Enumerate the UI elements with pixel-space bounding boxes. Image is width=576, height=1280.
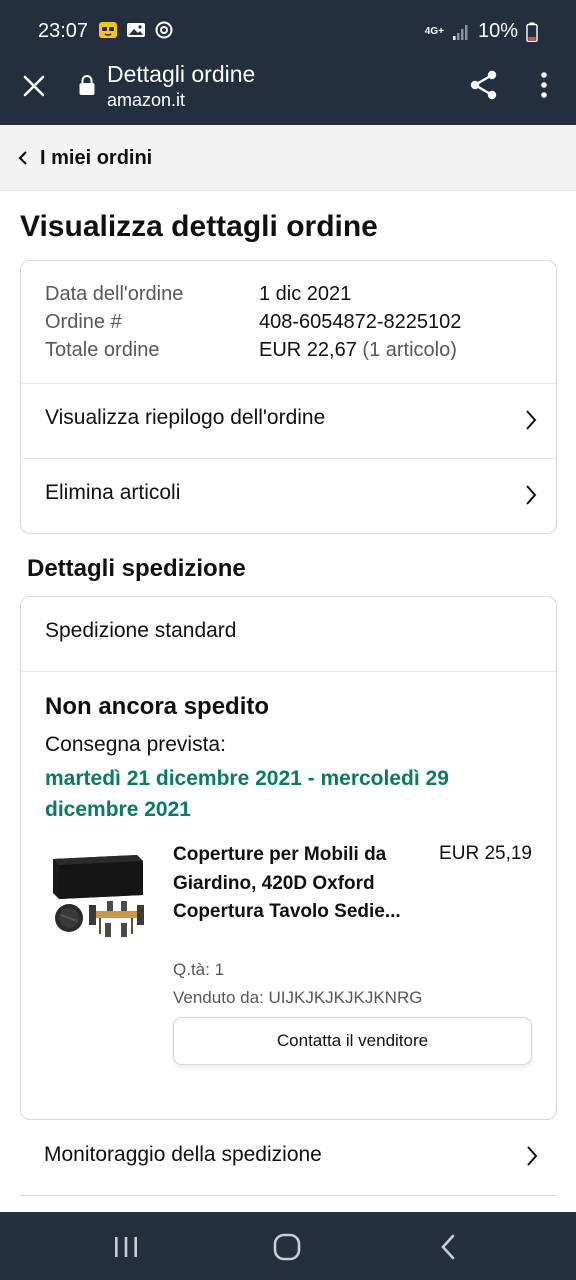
shipping-method: Spedizione standard xyxy=(45,619,237,642)
system-navigation-bar xyxy=(0,1212,576,1280)
delete-items-label: Elimina articoli xyxy=(45,481,181,504)
product-title[interactable]: Coperture per Mobili da Giardino, 420D O… xyxy=(173,841,401,927)
order-date-label: Data dell'ordine xyxy=(45,283,184,305)
chevron-left-icon xyxy=(18,151,27,165)
system-icons: 4G+ 10% xyxy=(425,20,538,43)
order-date-value: 1 dic 2021 xyxy=(259,283,352,305)
share-icon[interactable] xyxy=(468,69,500,101)
gallery-icon xyxy=(127,23,145,37)
status-bar: 23:07 4G+ 10% xyxy=(0,0,576,60)
lock-icon xyxy=(79,75,95,95)
delete-items-link[interactable]: Elimina articoli xyxy=(21,459,556,533)
shipping-status: Non ancora spedito xyxy=(45,693,270,720)
chevron-right-icon xyxy=(527,1146,538,1166)
shipment-tracking-link[interactable]: Monitoraggio della spedizione xyxy=(20,1120,557,1196)
order-total-value: EUR 22,67 xyxy=(259,339,357,361)
order-number-label: Ordine # xyxy=(45,311,122,333)
contact-seller-button[interactable]: Contatta il venditore xyxy=(173,1017,532,1065)
product-price: EUR 25,19 xyxy=(439,843,532,864)
shipment-tracking-label: Monitoraggio della spedizione xyxy=(44,1143,322,1166)
shipping-card: Spedizione standard Non ancora spedito C… xyxy=(20,596,557,1120)
order-summary-card: Data dell'ordine 1 dic 2021 Ordine # 408… xyxy=(20,260,557,534)
chevron-right-icon xyxy=(526,410,537,430)
glasses-app-icon xyxy=(99,22,117,38)
view-order-summary-label: Visualizza riepilogo dell'ordine xyxy=(45,406,326,429)
chevron-right-icon xyxy=(526,485,537,505)
order-total-value-group: EUR 22,67 (1 articolo) xyxy=(259,339,457,362)
expected-delivery-label: Consegna prevista: xyxy=(45,733,226,756)
product-quantity: Q.tà: 1 xyxy=(173,960,225,979)
signal-icon xyxy=(452,24,468,40)
recent-apps-icon[interactable] xyxy=(112,1234,140,1260)
notification-icons xyxy=(98,20,174,40)
shipping-section-title: Dettagli spedizione xyxy=(27,555,246,582)
more-vert-icon[interactable] xyxy=(534,70,554,100)
battery-percent: 10% xyxy=(477,20,518,42)
product-image[interactable] xyxy=(49,845,147,943)
expected-delivery-dates: martedì 21 dicembre 2021 - mercoledì 29 … xyxy=(45,767,449,821)
status-time: 23:07 xyxy=(38,20,89,42)
divider xyxy=(21,671,556,672)
battery-icon xyxy=(526,22,538,42)
close-icon[interactable] xyxy=(20,72,48,100)
home-icon[interactable] xyxy=(272,1232,302,1262)
breadcrumb-label[interactable]: I miei ordini xyxy=(40,147,152,170)
browser-url: amazon.it xyxy=(107,90,186,110)
breadcrumb[interactable]: I miei ordini xyxy=(0,125,576,191)
view-order-summary-link[interactable]: Visualizza riepilogo dell'ordine xyxy=(21,384,556,458)
product-seller: Venduto da: UIJKJKJKJKJKNRG xyxy=(173,988,423,1007)
browser-title: Dettagli ordine xyxy=(107,61,256,87)
order-number-value: 408-6054872-8225102 xyxy=(259,311,462,333)
page-title: Visualizza dettagli ordine xyxy=(20,210,378,243)
back-icon[interactable] xyxy=(438,1233,458,1261)
browser-toolbar: Dettagli ordine amazon.it xyxy=(0,60,576,125)
network-type-text: 4G+ xyxy=(424,25,444,37)
order-total-label: Totale ordine xyxy=(45,339,160,361)
order-total-items: (1 articolo) xyxy=(362,339,457,361)
sync-icon xyxy=(155,21,173,39)
